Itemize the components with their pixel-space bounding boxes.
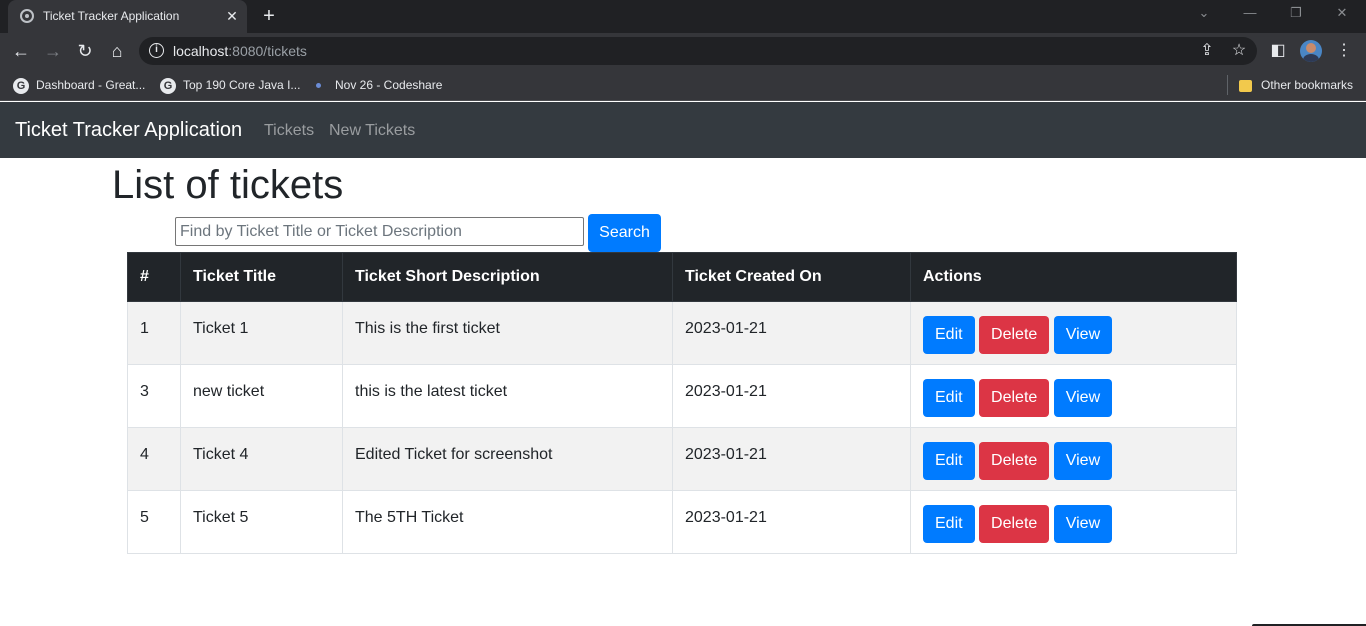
ticket-actions: Edit Delete View [910, 427, 1237, 491]
bookmark-item[interactable]: G Top 190 Core Java I... [160, 76, 300, 94]
back-icon[interactable]: ← [9, 39, 33, 63]
ticket-title: new ticket [180, 364, 343, 428]
tab-title: Ticket Tracker Application [43, 9, 180, 23]
page-title: List of tickets [112, 163, 344, 207]
ticket-description: This is the first ticket [342, 301, 673, 365]
ticket-description: this is the latest ticket [342, 364, 673, 428]
ticket-actions: Edit Delete View [910, 490, 1237, 554]
nav-link-new-tickets[interactable]: New Tickets [329, 122, 415, 140]
ticket-id: 3 [127, 364, 181, 428]
ticket-actions: Edit Delete View [910, 364, 1237, 428]
edit-button[interactable]: Edit [923, 316, 975, 354]
folder-icon [1239, 79, 1252, 92]
menu-kebab-icon[interactable]: ⋮ [1334, 41, 1354, 61]
ticket-id: 4 [127, 427, 181, 491]
profile-avatar[interactable] [1300, 40, 1322, 62]
table-row: 1 Ticket 1 This is the first ticket 2023… [127, 301, 1237, 365]
ticket-title: Ticket 1 [180, 301, 343, 365]
globe-icon [20, 9, 34, 23]
column-header-title: Ticket Title [180, 252, 343, 302]
google-icon: G [13, 77, 29, 94]
table-row: 4 Ticket 4 Edited Ticket for screenshot … [127, 427, 1237, 491]
ticket-created: 2023-01-21 [672, 427, 911, 491]
navbar-brand[interactable]: Ticket Tracker Application [15, 119, 242, 142]
column-header-id: # [127, 252, 181, 302]
ticket-actions: Edit Delete View [910, 301, 1237, 365]
search-input[interactable] [175, 217, 584, 246]
delete-button[interactable]: Delete [979, 379, 1050, 417]
edit-button[interactable]: Edit [923, 379, 975, 417]
forward-icon[interactable]: → [41, 39, 65, 63]
browser-tab[interactable]: Ticket Tracker Application ✕ [8, 0, 247, 33]
ticket-description: Edited Ticket for screenshot [342, 427, 673, 491]
side-panel-icon[interactable]: ◧ [1268, 41, 1288, 61]
bookmark-item[interactable]: Nov 26 - Codeshare [311, 76, 442, 94]
ticket-created: 2023-01-21 [672, 364, 911, 428]
table-row: 5 Ticket 5 The 5TH Ticket 2023-01-21 Edi… [127, 490, 1237, 554]
delete-button[interactable]: Delete [979, 442, 1050, 480]
table-row: 3 new ticket this is the latest ticket 2… [127, 364, 1237, 428]
bookmarks-bar: G Dashboard - Great... G Top 190 Core Java… [0, 69, 1366, 101]
bookmarks-separator [1227, 75, 1228, 95]
tab-search-icon[interactable]: ⌄ [1194, 5, 1214, 21]
ticket-title: Ticket 4 [180, 427, 343, 491]
nav-link-tickets[interactable]: Tickets [264, 122, 314, 140]
close-tab-icon[interactable]: ✕ [224, 6, 240, 26]
dot-icon [316, 83, 321, 89]
edit-button[interactable]: Edit [923, 505, 975, 543]
view-button[interactable]: View [1053, 316, 1113, 354]
reload-icon[interactable]: ↻ [73, 39, 97, 63]
table-header-row: # Ticket Title Ticket Short Description … [127, 252, 1237, 302]
other-bookmarks[interactable]: Other bookmarks [1239, 76, 1353, 94]
new-tab-icon[interactable]: + [259, 4, 279, 28]
bookmark-star-icon[interactable]: ☆ [1229, 41, 1249, 61]
site-info-icon[interactable]: i [149, 43, 164, 58]
ticket-description: The 5TH Ticket [342, 490, 673, 554]
app-navbar: Ticket Tracker Application Tickets New T… [0, 102, 1366, 158]
ticket-id: 1 [127, 301, 181, 365]
delete-button[interactable]: Delete [979, 505, 1050, 543]
browser-tabstrip: Ticket Tracker Application ✕ + ⌄ — ❐ ✕ [0, 0, 1366, 33]
ticket-created: 2023-01-21 [672, 490, 911, 554]
restore-icon[interactable]: ❐ [1286, 5, 1306, 21]
view-button[interactable]: View [1053, 505, 1113, 543]
edit-button[interactable]: Edit [923, 442, 975, 480]
bookmark-item[interactable]: G Dashboard - Great... [13, 76, 145, 94]
column-header-actions: Actions [910, 252, 1237, 302]
share-icon[interactable]: ⇪ [1197, 41, 1217, 61]
tickets-table: # Ticket Title Ticket Short Description … [127, 252, 1237, 554]
close-window-icon[interactable]: ✕ [1332, 5, 1352, 21]
view-button[interactable]: View [1053, 379, 1113, 417]
home-icon[interactable]: ⌂ [105, 39, 129, 63]
browser-toolbar: ← → ↻ ⌂ i localhost:8080/tickets ⇪ ☆ ◧ ⋮ [0, 33, 1366, 69]
column-header-description: Ticket Short Description [342, 252, 673, 302]
ticket-id: 5 [127, 490, 181, 554]
delete-button[interactable]: Delete [979, 316, 1050, 354]
search-button[interactable]: Search [588, 214, 661, 252]
address-bar[interactable]: i localhost:8080/tickets ⇪ ☆ [139, 37, 1257, 65]
column-header-created: Ticket Created On [672, 252, 911, 302]
ticket-created: 2023-01-21 [672, 301, 911, 365]
minimize-icon[interactable]: — [1240, 5, 1260, 20]
url-text: localhost:8080/tickets [173, 43, 307, 59]
view-button[interactable]: View [1053, 442, 1113, 480]
google-icon: G [160, 77, 176, 94]
ticket-title: Ticket 5 [180, 490, 343, 554]
